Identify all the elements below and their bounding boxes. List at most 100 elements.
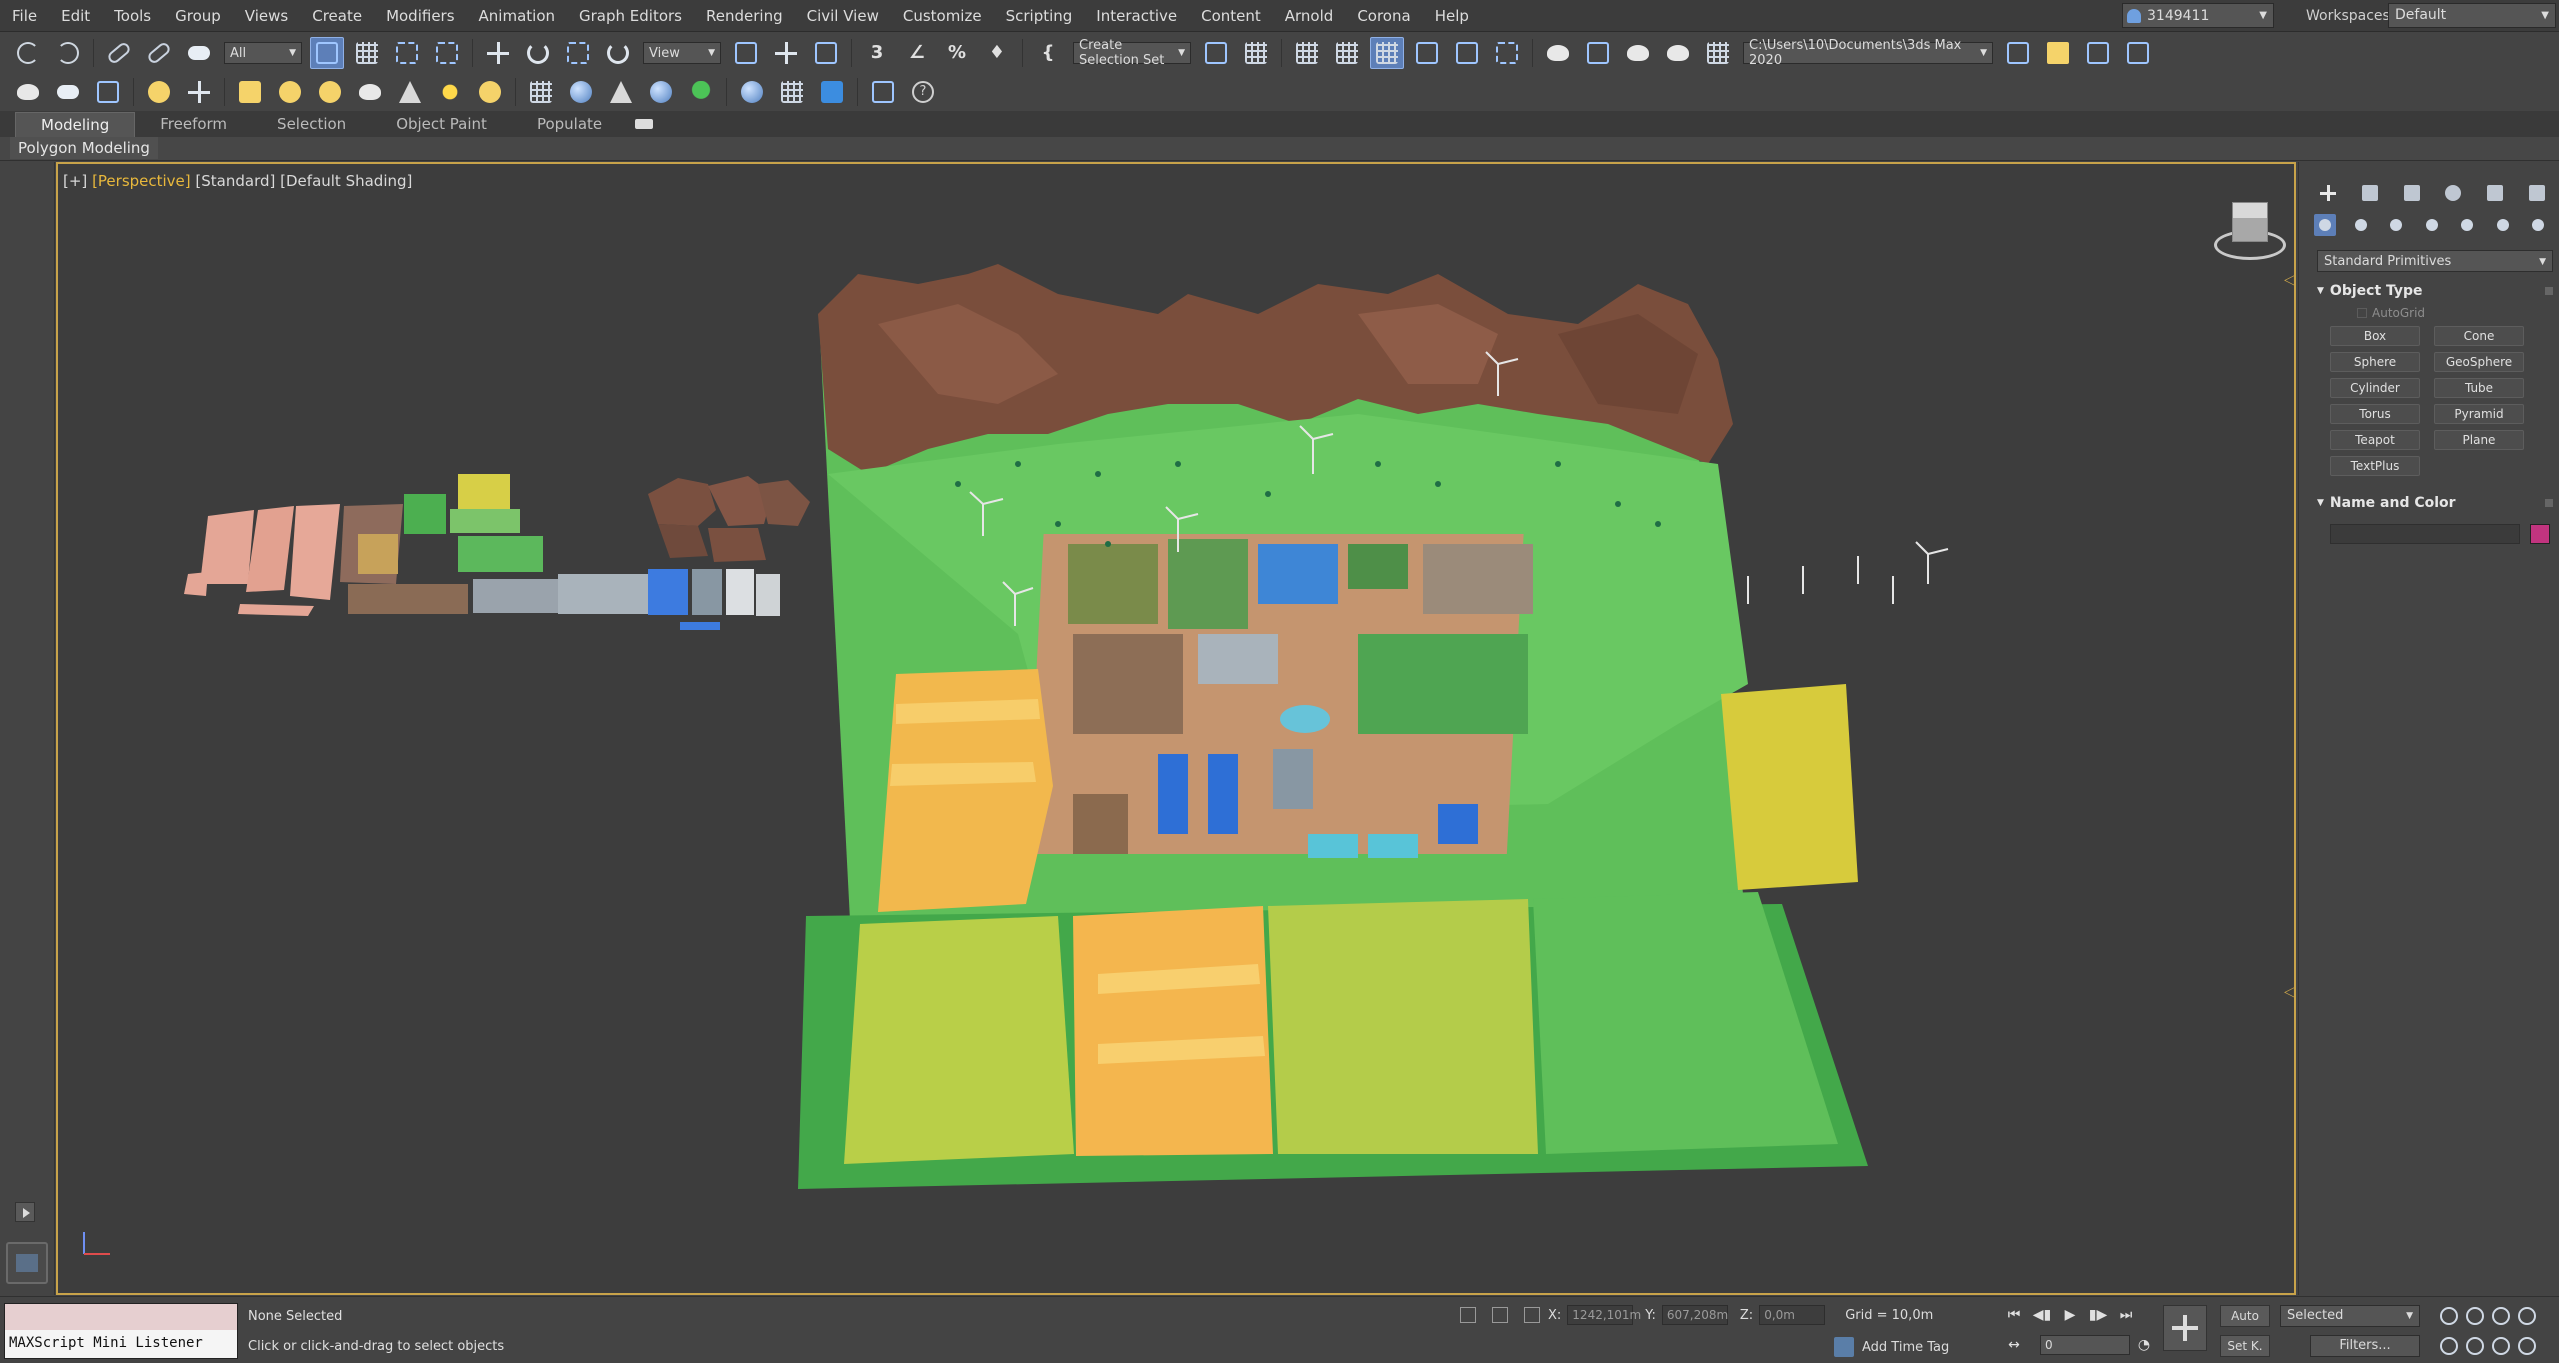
key-filters-button[interactable]: Filters... xyxy=(2310,1335,2420,1357)
selection-lock-icon[interactable] xyxy=(1492,1307,1508,1323)
multi-material-button[interactable] xyxy=(775,76,809,108)
light-tool-button[interactable] xyxy=(142,76,176,108)
select-by-name-button[interactable] xyxy=(350,37,384,69)
set-key-button[interactable] xyxy=(2163,1305,2207,1351)
sun-tool-button[interactable] xyxy=(433,76,467,108)
isolate-selection-icon[interactable] xyxy=(1460,1307,1476,1323)
field-of-view-icon[interactable] xyxy=(2440,1337,2458,1355)
next-frame-button[interactable]: ▮▶ xyxy=(2087,1305,2109,1325)
rendered-frame-window-button[interactable] xyxy=(1581,37,1615,69)
menu-scripting[interactable]: Scripting xyxy=(994,0,1085,32)
teapot-material-button[interactable] xyxy=(353,76,387,108)
plant-button[interactable] xyxy=(684,76,718,108)
user-account-dropdown[interactable]: 3149411 ▼ xyxy=(2122,3,2274,28)
box-button[interactable]: Box xyxy=(2330,326,2420,346)
menu-interactive[interactable]: Interactive xyxy=(1084,0,1189,32)
shapes-category-button[interactable] xyxy=(2350,214,2372,236)
autogrid-checkbox[interactable]: AutoGrid xyxy=(2357,306,2553,320)
align-button[interactable] xyxy=(1239,37,1273,69)
torus-button[interactable]: Torus xyxy=(2330,404,2420,424)
help-button[interactable]: ? xyxy=(906,76,940,108)
sun-sky-button[interactable] xyxy=(473,76,507,108)
place-button[interactable] xyxy=(601,37,635,69)
menu-modifiers[interactable]: Modifiers xyxy=(374,0,466,32)
tube-button[interactable]: Tube xyxy=(2434,378,2524,398)
cone-tool-button[interactable] xyxy=(393,76,427,108)
ribbon-options-icon[interactable] xyxy=(635,119,654,129)
cameras-category-button[interactable] xyxy=(2421,214,2443,236)
camera-button[interactable] xyxy=(604,76,638,108)
menu-arnold[interactable]: Arnold xyxy=(1273,0,1346,32)
select-and-link-button[interactable] xyxy=(102,37,136,69)
menu-views[interactable]: Views xyxy=(233,0,300,32)
object-type-header[interactable]: ▼ Object Type xyxy=(2317,280,2553,302)
project-settings-button[interactable] xyxy=(2001,37,2035,69)
bind-to-space-warp-button[interactable] xyxy=(182,37,216,69)
tab-object-paint[interactable]: Object Paint xyxy=(371,112,512,136)
geosphere-button[interactable]: GeoSphere xyxy=(2434,352,2524,372)
menu-animation[interactable]: Animation xyxy=(467,0,567,32)
spinner-snap-button[interactable]: ♦ xyxy=(980,37,1014,69)
converter-button[interactable] xyxy=(866,76,900,108)
scale-button[interactable] xyxy=(561,37,595,69)
primitive-category-dropdown[interactable]: Standard Primitives ▼ xyxy=(2317,250,2553,272)
object-name-field[interactable] xyxy=(2330,524,2520,544)
textplus-button[interactable]: TextPlus xyxy=(2330,456,2420,476)
teapot-button[interactable]: Teapot xyxy=(2330,430,2420,450)
pyramid-button[interactable]: Pyramid xyxy=(2434,404,2524,424)
tab-modeling[interactable]: Modeling xyxy=(15,111,136,137)
project-folder-button[interactable] xyxy=(2041,37,2075,69)
y-coordinate-field[interactable]: 607,208m xyxy=(1661,1305,1728,1325)
motion-panel-tab[interactable] xyxy=(2440,180,2466,206)
snaps-toggle-button[interactable]: 3 xyxy=(860,37,894,69)
project-open-button[interactable] xyxy=(2121,37,2155,69)
mirror-button[interactable] xyxy=(1199,37,1233,69)
render-window-button[interactable] xyxy=(815,76,849,108)
zoom-extents-all-icon[interactable] xyxy=(2518,1307,2536,1325)
helper-tool-button[interactable] xyxy=(182,76,216,108)
menu-group[interactable]: Group xyxy=(163,0,233,32)
undo-button[interactable] xyxy=(11,37,45,69)
maxscript-input[interactable]: MAXScript Mini Listener xyxy=(5,1330,237,1358)
render-grid-button[interactable] xyxy=(1701,37,1735,69)
zoom-icon[interactable] xyxy=(2440,1307,2458,1325)
viewport-layout-tab[interactable] xyxy=(6,1242,48,1284)
create-panel-tab[interactable] xyxy=(2315,180,2341,206)
select-object-button[interactable] xyxy=(310,37,344,69)
geometry-category-button[interactable] xyxy=(2314,214,2336,236)
rotate-button[interactable] xyxy=(521,37,555,69)
go-to-end-button[interactable]: ⏭ xyxy=(2115,1305,2137,1325)
add-time-tag[interactable]: Add Time Tag xyxy=(1834,1337,1949,1357)
menu-civil-view[interactable]: Civil View xyxy=(795,0,891,32)
unlink-selection-button[interactable] xyxy=(142,37,176,69)
render-setup-button[interactable] xyxy=(1541,37,1575,69)
menu-customize[interactable]: Customize xyxy=(891,0,994,32)
cloud-tool-button[interactable] xyxy=(51,76,85,108)
dome-light-button[interactable] xyxy=(273,76,307,108)
menu-content[interactable]: Content xyxy=(1189,0,1273,32)
tab-populate[interactable]: Populate xyxy=(512,112,627,136)
viewcube[interactable] xyxy=(2210,202,2290,272)
perspective-viewport[interactable]: [+] [Perspective] [Standard] [Default Sh… xyxy=(56,162,2296,1295)
material-sphere-button[interactable] xyxy=(735,76,769,108)
cone-button[interactable]: Cone xyxy=(2434,326,2524,346)
name-and-color-header[interactable]: ▼ Name and Color xyxy=(2317,492,2553,514)
zoom-all-icon[interactable] xyxy=(2466,1307,2484,1325)
scatter-button[interactable] xyxy=(524,76,558,108)
project-folder-dropdown[interactable]: C:\Users\10\Documents\3ds Max 2020 ▼ xyxy=(1743,38,1993,68)
absolute-mode-icon[interactable] xyxy=(1524,1307,1540,1323)
previous-frame-button[interactable]: ◀▮ xyxy=(2031,1305,2053,1325)
auto-key-button[interactable]: Auto xyxy=(2220,1305,2270,1327)
lights-category-button[interactable] xyxy=(2385,214,2407,236)
toggle-ribbon-button[interactable] xyxy=(1370,37,1404,69)
set-key-mode-button[interactable]: Set K. xyxy=(2220,1335,2270,1357)
tab-selection[interactable]: Selection xyxy=(252,112,371,136)
hierarchy-panel-tab[interactable] xyxy=(2399,180,2425,206)
move-button[interactable] xyxy=(481,37,515,69)
z-coordinate-field[interactable]: 0,0m xyxy=(1759,1305,1826,1325)
schematic-view-button[interactable] xyxy=(1450,37,1484,69)
render-production-button[interactable] xyxy=(1621,37,1655,69)
zoom-extents-icon[interactable] xyxy=(2492,1307,2510,1325)
menu-file[interactable]: File xyxy=(0,0,49,32)
plane-button[interactable]: Plane xyxy=(2434,430,2524,450)
